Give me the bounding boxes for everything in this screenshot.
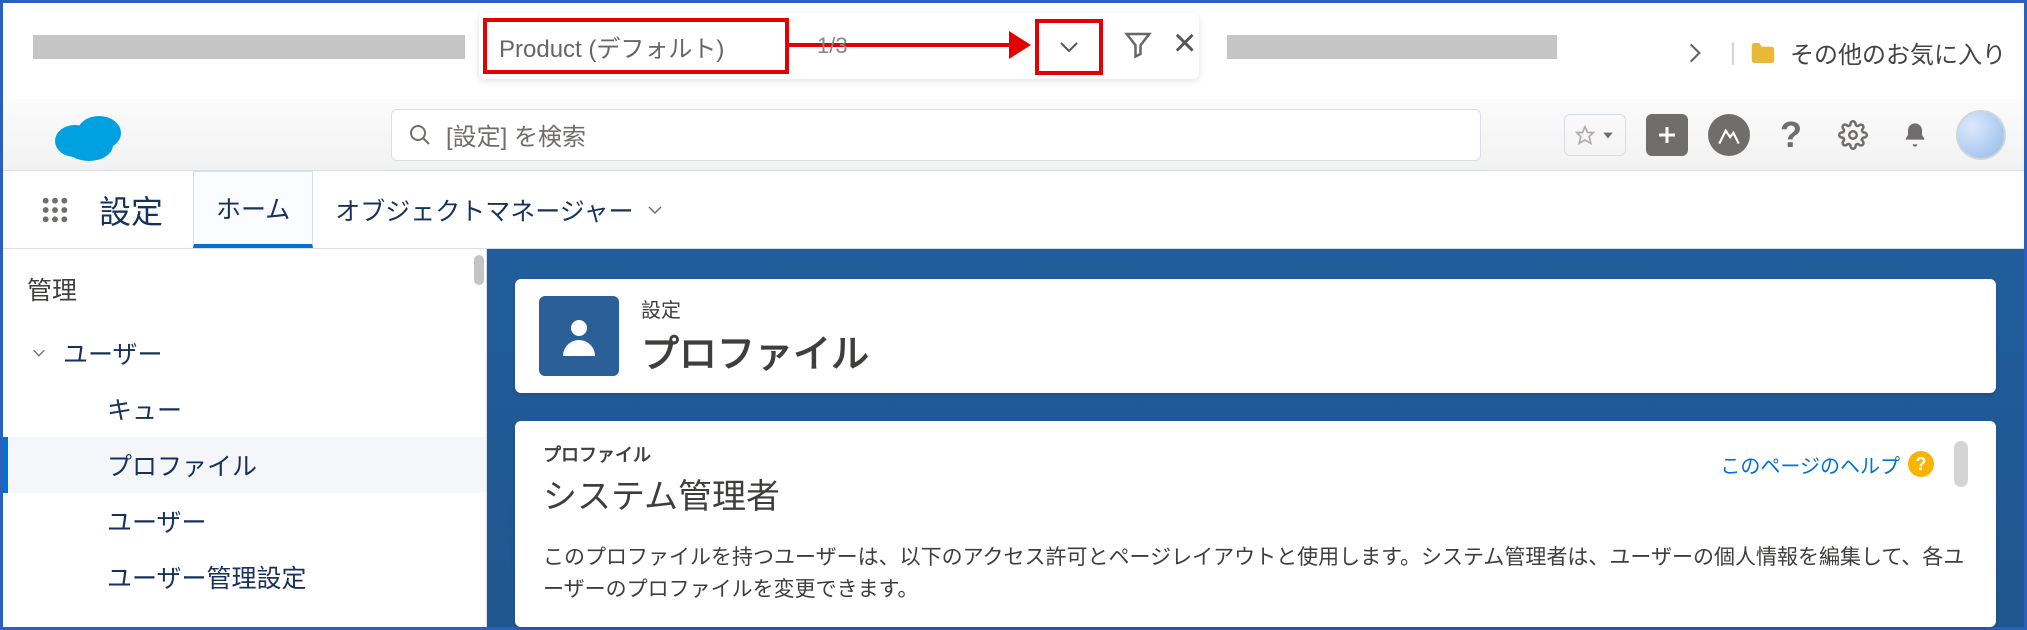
salesforce-logo-icon[interactable] bbox=[45, 105, 135, 165]
browser-favorites-area: | その他のお気に入り bbox=[1682, 35, 2006, 70]
tree-item-users[interactable]: ユーザー bbox=[3, 325, 486, 381]
profile-icon bbox=[539, 296, 619, 376]
chevron-down-icon bbox=[646, 201, 664, 219]
profile-label: プロファイル bbox=[543, 441, 780, 467]
page-titles: 設定 プロファイル bbox=[641, 294, 869, 378]
tree-item-label: ユーザー管理設定 bbox=[107, 559, 307, 595]
tab-object-manager[interactable]: オブジェクトマネージャー bbox=[313, 171, 685, 248]
folder-icon[interactable] bbox=[1748, 38, 1778, 68]
find-input-highlight[interactable]: Product (デフォルト) bbox=[483, 18, 789, 74]
search-icon bbox=[408, 123, 432, 147]
favorite-button[interactable] bbox=[1564, 114, 1626, 156]
setup-subnav: 設定 ホーム オブジェクトマネージャー bbox=[3, 171, 2024, 249]
salesforce-global-header: [設定] を検索 ? bbox=[3, 99, 2024, 171]
find-match-count: 1/3 bbox=[817, 33, 848, 59]
tree-item-queues[interactable]: キュー bbox=[3, 381, 486, 437]
tree-section-header: 管理 bbox=[3, 263, 486, 325]
chevron-down-icon bbox=[31, 345, 47, 361]
favorites-label[interactable]: その他のお気に入り bbox=[1790, 35, 2006, 70]
browser-find-bar: Product (デフォルト) 1/3 × bbox=[479, 13, 1199, 79]
annotation-arrow-head bbox=[1009, 31, 1031, 59]
scrollbar-thumb[interactable] bbox=[474, 255, 484, 285]
find-input-value: Product (デフォルト) bbox=[499, 29, 724, 64]
scrollbar-thumb[interactable] bbox=[1954, 441, 1968, 487]
divider: | bbox=[1730, 39, 1736, 67]
card-header: プロファイル システム管理者 このページのヘルプ ? bbox=[543, 441, 1968, 518]
filter-icon[interactable] bbox=[1123, 29, 1153, 59]
tree-item-profiles[interactable]: プロファイル bbox=[3, 437, 486, 493]
setup-body: 管理 ユーザー キュー プロファイル ユーザー ユーザー管理設定 bbox=[3, 249, 2024, 627]
tree-item-user-management-settings[interactable]: ユーザー管理設定 bbox=[3, 549, 486, 605]
tab-object-manager-label: オブジェクトマネージャー bbox=[335, 192, 633, 228]
user-avatar[interactable] bbox=[1956, 110, 2006, 160]
header-actions: ? bbox=[1564, 110, 2006, 160]
trailhead-icon[interactable] bbox=[1708, 114, 1750, 156]
profile-detail-card: プロファイル システム管理者 このページのヘルプ ? このプロファイルを持つユー… bbox=[515, 421, 1996, 627]
search-placeholder: [設定] を検索 bbox=[446, 117, 586, 152]
global-search[interactable]: [設定] を検索 bbox=[391, 109, 1481, 161]
tree-item-label: ユーザー bbox=[107, 503, 207, 539]
help-icon[interactable]: ? bbox=[1770, 114, 1812, 156]
chevron-right-icon[interactable] bbox=[1682, 40, 1708, 66]
redacted-block bbox=[33, 35, 465, 59]
browser-bar: Product (デフォルト) 1/3 × | その bbox=[3, 9, 2024, 73]
setup-title: 設定 bbox=[87, 171, 193, 248]
app-launcher-icon[interactable] bbox=[23, 171, 87, 248]
setup-gear-icon[interactable] bbox=[1832, 114, 1874, 156]
global-add-button[interactable] bbox=[1646, 114, 1688, 156]
tab-home[interactable]: ホーム bbox=[193, 171, 313, 248]
card-header-right: このページのヘルプ ? bbox=[1720, 441, 1968, 487]
page-kicker: 設定 bbox=[641, 294, 869, 323]
card-title-block: プロファイル システム管理者 bbox=[543, 441, 780, 518]
tree-item-label: ユーザー bbox=[63, 335, 163, 371]
close-icon[interactable]: × bbox=[1173, 21, 1196, 66]
redacted-block bbox=[1227, 35, 1557, 59]
main-content: 設定 プロファイル プロファイル システム管理者 このページのヘルプ ? bbox=[487, 249, 2024, 627]
profile-name: システム管理者 bbox=[543, 469, 780, 518]
chevron-down-icon bbox=[1057, 35, 1081, 59]
app-frame: Product (デフォルト) 1/3 × | その bbox=[0, 0, 2027, 630]
help-icon: ? bbox=[1908, 451, 1934, 477]
page-title: プロファイル bbox=[641, 323, 869, 378]
notifications-bell-icon[interactable] bbox=[1894, 114, 1936, 156]
tree-item-label: プロファイル bbox=[107, 447, 257, 483]
help-link-label: このページのヘルプ bbox=[1720, 450, 1900, 479]
page-help-link[interactable]: このページのヘルプ ? bbox=[1720, 450, 1934, 479]
setup-tree: 管理 ユーザー キュー プロファイル ユーザー ユーザー管理設定 bbox=[3, 249, 487, 627]
tree-item-label: キュー bbox=[107, 391, 182, 427]
page-header: 設定 プロファイル bbox=[515, 279, 1996, 393]
profile-description: このプロファイルを持つユーザーは、以下のアクセス許可とページレイアウトと使用しま… bbox=[543, 542, 1968, 605]
find-next-highlight[interactable] bbox=[1035, 19, 1103, 75]
tree-item-users-sub[interactable]: ユーザー bbox=[3, 493, 486, 549]
